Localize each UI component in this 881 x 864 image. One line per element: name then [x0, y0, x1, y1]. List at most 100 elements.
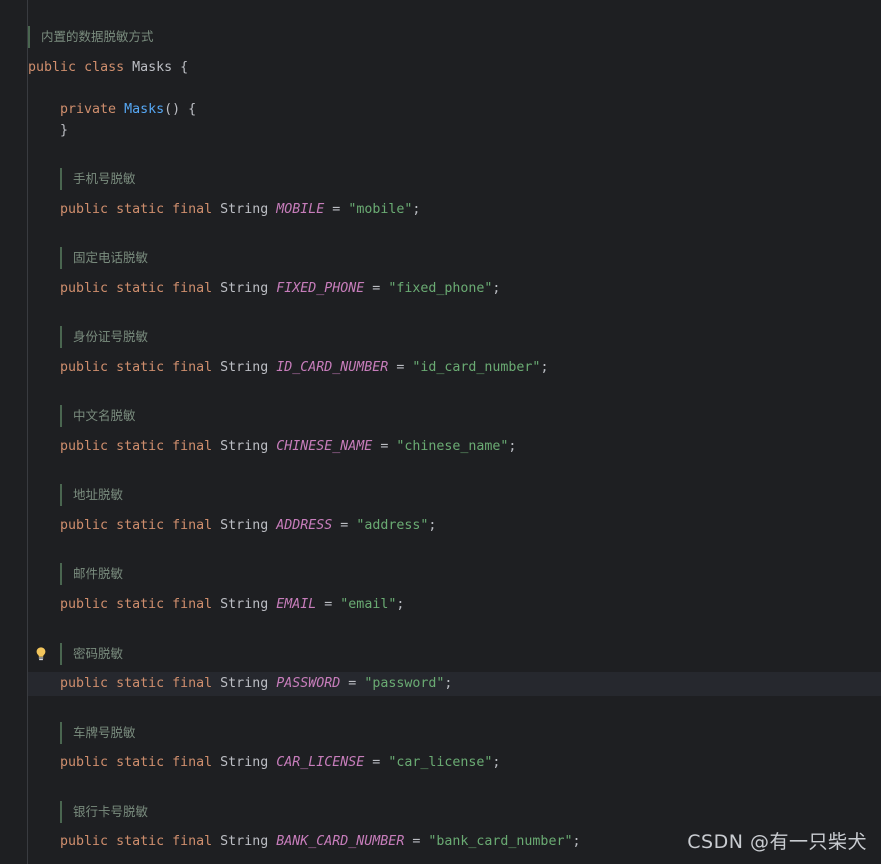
folded-comment-text: 车牌号脱敏	[73, 725, 136, 740]
code-line-content: public static final String CAR_LICENSE =…	[0, 753, 500, 773]
code-token-pun: ;	[492, 755, 501, 770]
code-token-pun	[212, 281, 220, 296]
lightbulb-icon[interactable]	[33, 646, 49, 662]
code-token-kw: public	[60, 834, 109, 849]
code-token-typ: String	[220, 360, 269, 375]
code-line-content: public static final String EMAIL = "emai…	[0, 595, 404, 615]
folded-comment-text: 邮件脱敏	[73, 566, 124, 581]
code-token-pun	[108, 755, 116, 770]
code-token-kw: static	[116, 281, 165, 296]
code-token-kw: final	[172, 360, 213, 375]
folded-comment-text: 银行卡号脱敏	[73, 804, 149, 819]
code-area[interactable]: public class Masks {private Masks() {} pu…	[0, 0, 881, 864]
code-line-content: public static final String FIXED_PHONE =…	[0, 279, 500, 299]
folded-comment-text: 地址脱敏	[73, 487, 124, 502]
code-line[interactable]: private Masks() {	[0, 100, 881, 120]
code-editor[interactable]: public class Masks {private Masks() {} pu…	[0, 0, 881, 864]
code-line-content: public static final String PASSWORD = "p…	[0, 674, 452, 694]
code-token-typ: String	[220, 676, 269, 691]
code-token-pun	[164, 281, 172, 296]
code-token-cst: EMAIL	[276, 597, 317, 612]
code-token-kw: class	[84, 60, 125, 75]
code-token-pun: =	[324, 202, 349, 217]
code-token-pun	[164, 518, 172, 533]
code-token-str: "mobile"	[348, 202, 413, 217]
code-token-brc: {	[188, 102, 197, 117]
code-token-pun	[164, 360, 172, 375]
code-token-typ: String	[220, 518, 269, 533]
code-line[interactable]: public static final String CAR_LICENSE =…	[0, 753, 881, 773]
code-line[interactable]: public static final String ID_CARD_NUMBE…	[0, 358, 881, 378]
code-token-pun	[164, 676, 172, 691]
code-token-pun	[108, 518, 116, 533]
code-token-pun: ;	[444, 676, 453, 691]
gutter-icon-layer[interactable]	[0, 0, 46, 864]
code-token-typ: String	[220, 597, 269, 612]
code-line[interactable]: public static final String MOBILE = "mob…	[0, 200, 881, 220]
code-token-pun	[212, 360, 220, 375]
code-token-kw: static	[116, 518, 165, 533]
code-token-pun: =	[404, 834, 429, 849]
code-token-kw: static	[116, 202, 165, 217]
code-token-str: "id_card_number"	[412, 360, 541, 375]
code-token-kw: public	[60, 281, 109, 296]
code-token-kw: static	[116, 360, 165, 375]
code-token-pun: ;	[508, 439, 517, 454]
code-token-pun: =	[364, 755, 389, 770]
fold-marker-bar	[60, 801, 62, 823]
code-line[interactable]: public static final String ADDRESS = "ad…	[0, 516, 881, 536]
code-token-kw: final	[172, 676, 213, 691]
code-line-content: public static final String BANK_CARD_NUM…	[0, 832, 580, 852]
code-token-kw: public	[60, 676, 109, 691]
code-token-kw: private	[60, 102, 117, 117]
code-token-str: "password"	[364, 676, 445, 691]
code-token-kw: final	[172, 597, 213, 612]
folded-comment-text: 固定电话脱敏	[73, 250, 149, 265]
fold-marker-bar	[60, 326, 62, 348]
code-line[interactable]: public static final String CHINESE_NAME …	[0, 437, 881, 457]
code-line-content: public static final String ID_CARD_NUMBE…	[0, 358, 548, 378]
code-token-typ: Masks	[132, 60, 173, 75]
code-line[interactable]: public static final String EMAIL = "emai…	[0, 595, 881, 615]
code-token-kw: final	[172, 439, 213, 454]
code-token-pun	[164, 755, 172, 770]
code-token-str: "bank_card_number"	[428, 834, 573, 849]
code-line-content: public class Masks {	[0, 58, 188, 78]
folded-comment-text: 内置的数据脱敏方式	[41, 29, 154, 44]
code-token-pun	[212, 597, 220, 612]
code-token-pun: ()	[164, 102, 189, 117]
code-token-kw: static	[116, 597, 165, 612]
code-line[interactable]: public static final String PASSWORD = "p…	[0, 674, 881, 694]
code-token-brc: {	[180, 60, 189, 75]
code-line-content: private Masks() {	[0, 100, 196, 120]
code-token-cst: PASSWORD	[276, 676, 341, 691]
code-token-pun	[124, 60, 132, 75]
code-token-kw: final	[172, 834, 213, 849]
code-token-cst: BANK_CARD_NUMBER	[276, 834, 405, 849]
code-token-pun	[108, 676, 116, 691]
code-line-content: public static final String CHINESE_NAME …	[0, 437, 516, 457]
code-token-typ: String	[220, 202, 269, 217]
code-token-kw: static	[116, 834, 165, 849]
code-token-pun	[212, 202, 220, 217]
folded-comment-text: 密码脱敏	[73, 646, 124, 661]
code-token-cst: ID_CARD_NUMBER	[276, 360, 389, 375]
code-token-str: "fixed_phone"	[388, 281, 493, 296]
fold-marker-bar	[60, 643, 62, 665]
code-token-kw: final	[172, 281, 213, 296]
code-token-pun	[108, 439, 116, 454]
code-token-pun	[76, 60, 84, 75]
fold-marker-bar	[28, 26, 30, 48]
code-line[interactable]: }	[0, 121, 881, 141]
code-token-pun	[212, 676, 220, 691]
code-token-pun	[116, 102, 124, 117]
code-token-kw: final	[172, 202, 213, 217]
code-token-pun	[212, 755, 220, 770]
code-line[interactable]: public class Masks {	[0, 58, 881, 78]
code-token-kw: public	[60, 518, 109, 533]
code-token-pun	[164, 202, 172, 217]
code-token-pun: =	[372, 439, 397, 454]
code-token-kw: public	[60, 755, 109, 770]
code-line[interactable]: public static final String FIXED_PHONE =…	[0, 279, 881, 299]
code-line-content: public static final String ADDRESS = "ad…	[0, 516, 436, 536]
